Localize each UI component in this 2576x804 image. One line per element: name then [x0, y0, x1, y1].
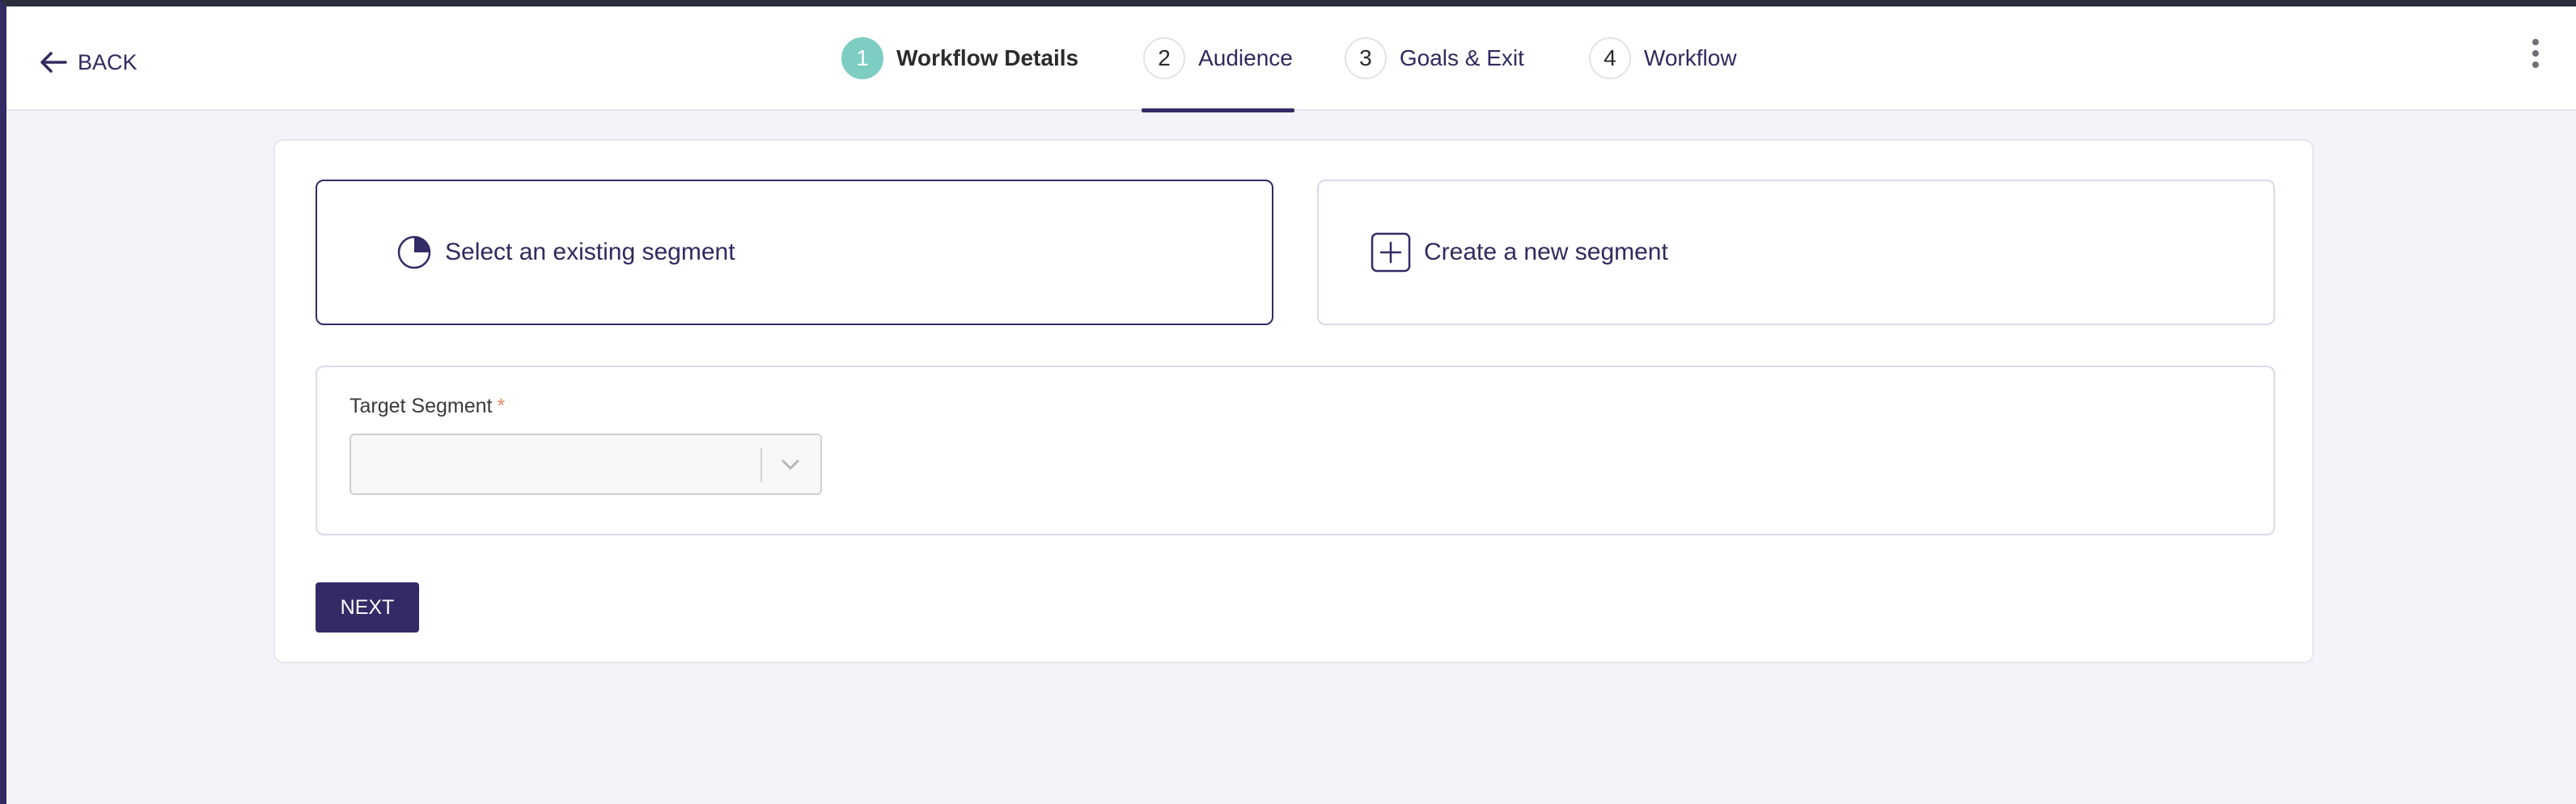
step-number: 3 — [1344, 37, 1387, 79]
step-number: 4 — [1588, 37, 1631, 79]
back-label: BACK — [78, 49, 138, 74]
chevron-down-icon — [782, 459, 799, 470]
step-label: Workflow — [1643, 45, 1737, 70]
pie-chart-icon — [396, 235, 432, 270]
step-audience[interactable]: 2 Audience — [1142, 36, 1294, 112]
option-label: Select an existing segment — [445, 239, 735, 265]
select-separator — [761, 448, 762, 482]
arrow-left-icon — [40, 52, 67, 73]
back-button[interactable]: BACK — [39, 42, 138, 83]
more-options-button[interactable] — [2521, 34, 2550, 73]
select-existing-segment-option[interactable]: Select an existing segment — [316, 180, 1273, 325]
option-label: Create a new segment — [1424, 239, 1668, 265]
step-goals-exit[interactable]: 3 Goals & Exit — [1344, 36, 1524, 81]
kebab-dot — [2532, 61, 2539, 68]
step-number: 1 — [841, 37, 883, 79]
step-label: Workflow Details — [896, 45, 1079, 70]
audience-card: Select an existing segment Create a new … — [273, 139, 2314, 663]
target-segment-label: Target Segment * — [350, 395, 505, 418]
required-marker: * — [497, 395, 506, 417]
step-number: 2 — [1143, 37, 1186, 79]
step-workflow[interactable]: 4 Workflow — [1588, 36, 1737, 81]
step-workflow-details[interactable]: 1 Workflow Details — [841, 36, 1078, 81]
app-root: BACK 1 Workflow Details 2 Audience 3 Goa… — [0, 0, 2576, 804]
field-label-text: Target Segment — [350, 395, 493, 417]
target-segment-select[interactable] — [350, 434, 822, 495]
next-button[interactable]: NEXT — [316, 582, 419, 633]
stepper: 1 Workflow Details 2 Audience 3 Goals & … — [841, 36, 1737, 112]
create-new-segment-option[interactable]: Create a new segment — [1317, 180, 2275, 325]
step-label: Goals & Exit — [1399, 45, 1524, 70]
kebab-dot — [2532, 39, 2539, 45]
target-segment-section: Target Segment * — [316, 366, 2275, 535]
header-bar: BACK 1 Workflow Details 2 Audience 3 Goa… — [6, 6, 2576, 112]
kebab-dot — [2532, 50, 2539, 57]
step-label: Audience — [1198, 45, 1293, 70]
plus-square-icon — [1371, 232, 1411, 273]
